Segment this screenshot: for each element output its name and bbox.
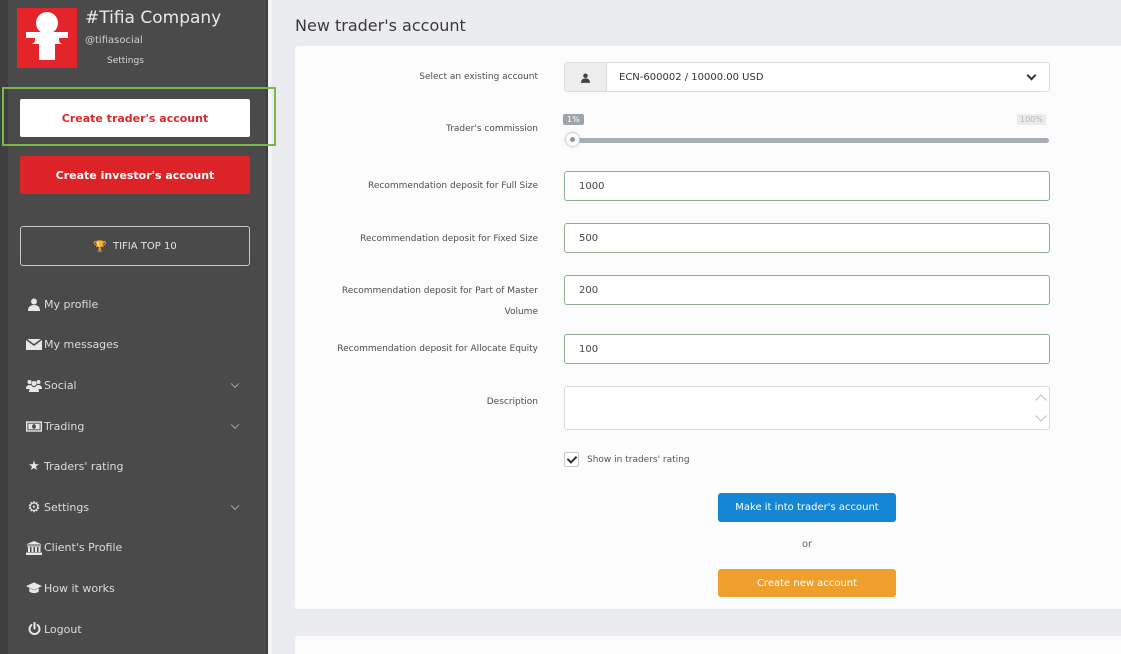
page-title: New trader's account (295, 16, 466, 35)
description-label: Description (486, 397, 538, 407)
full-size-label: Recommendation deposit for Full Size (368, 181, 538, 191)
full-size-deposit-value: 1000 (579, 180, 605, 192)
commission-slider-handle[interactable] (565, 132, 580, 147)
sidebar-item-clients-profile[interactable]: Client's Profile (0, 528, 260, 569)
brand-name: #Tifia Company (85, 8, 222, 28)
show-in-rating-label: Show in traders' rating (587, 454, 690, 465)
commission-slider-track[interactable] (568, 138, 1049, 143)
gear-icon: ⚙ (27, 498, 41, 517)
create-new-account-button[interactable]: Create new account (718, 569, 896, 597)
account-select-value: ECN-600002 / 10000.00 USD (619, 71, 764, 83)
sidebar-item-label: Settings (44, 500, 90, 514)
sidebar-item-traders-rating[interactable]: ★ Traders' rating (0, 446, 260, 487)
sidebar-item-label: Traders' rating (44, 460, 124, 474)
account-select-label: Select an existing account (419, 72, 538, 82)
sidebar-item-how-it-works[interactable]: How it works (0, 568, 260, 609)
chevron-down-icon (230, 420, 240, 430)
sidebar-item-social[interactable]: Social (0, 365, 260, 406)
description-textarea[interactable] (564, 386, 1050, 430)
show-in-rating-checkbox[interactable] (564, 452, 579, 467)
sidebar-item-label: Logout (44, 622, 82, 636)
power-icon (26, 621, 42, 637)
chevron-down-icon (230, 501, 240, 511)
tifia-top10-button[interactable]: 🏆 TIFIA TOP 10 (20, 226, 250, 266)
scroll-down-icon[interactable] (1035, 410, 1047, 422)
part-master-deposit-input[interactable]: 200 (564, 275, 1050, 305)
account-addon (565, 63, 607, 91)
sidebar-item-label: Trading (44, 419, 85, 433)
chevron-down-icon (1013, 63, 1049, 91)
commission-max-label: 100% (1017, 114, 1046, 125)
create-trader-account-button[interactable]: Create trader's account (20, 99, 250, 137)
tifia-top10-label: TIFIA TOP 10 (113, 240, 177, 252)
sidebar-item-label: My profile (44, 297, 99, 311)
brand-block: #Tifia Company @tifiasocial Settings (17, 6, 247, 70)
make-trader-account-button[interactable]: Make it into trader's account (718, 493, 896, 522)
sidebar-item-my-messages[interactable]: My messages (0, 325, 260, 366)
money-icon (26, 418, 42, 434)
sidebar-item-label: My messages (44, 338, 119, 352)
allocate-equity-deposit-value: 100 (579, 343, 599, 355)
sidebar-item-logout[interactable]: Logout (0, 609, 260, 650)
brand-settings-link[interactable]: Settings (107, 56, 144, 66)
sidebar-item-my-profile[interactable]: My profile (0, 284, 260, 325)
brand-handle: @tifiasocial (85, 35, 143, 46)
sidebar-item-trading[interactable]: Trading (0, 406, 260, 447)
show-in-rating-option[interactable]: Show in traders' rating (564, 452, 690, 467)
allocate-equity-deposit-input[interactable]: 100 (564, 334, 1050, 364)
bank-icon (26, 540, 42, 556)
part-master-deposit-value: 200 (579, 284, 599, 296)
sidebar-item-settings[interactable]: ⚙ Settings (0, 487, 260, 528)
sidebar-item-label: Social (44, 378, 77, 392)
or-separator: or (801, 539, 813, 550)
envelope-icon (26, 337, 42, 353)
trophy-icon: 🏆 (93, 239, 107, 253)
user-icon (26, 296, 42, 312)
chevron-down-icon (230, 380, 240, 389)
sidebar-item-label: How it works (44, 581, 115, 595)
create-investor-account-button[interactable]: Create investor's account (20, 156, 250, 194)
star-icon: ★ (28, 459, 40, 475)
sidebar-item-label: Client's Profile (44, 541, 123, 555)
scroll-up-icon[interactable] (1035, 394, 1047, 406)
full-size-deposit-input[interactable]: 1000 (564, 171, 1050, 201)
fixed-size-deposit-input[interactable]: 500 (564, 223, 1050, 253)
graduation-cap-icon (26, 580, 42, 596)
fixed-size-label: Recommendation deposit for Fixed Size (360, 234, 538, 244)
user-icon (581, 68, 590, 87)
account-select[interactable]: ECN-600002 / 10000.00 USD (564, 62, 1050, 92)
tifia-logo-icon (17, 8, 77, 68)
allocate-equity-label: Recommendation deposit for Allocate Equi… (337, 344, 538, 354)
secondary-card (295, 636, 1121, 654)
users-icon (26, 377, 42, 393)
sidebar-nav: My profile My messages Social Trading ★ … (0, 284, 260, 649)
commission-label: Trader's commission (446, 124, 538, 134)
commission-min-label: 1% (563, 114, 584, 125)
part-master-label: Recommendation deposit for Part of Maste… (341, 286, 538, 317)
fixed-size-deposit-value: 500 (579, 232, 599, 244)
